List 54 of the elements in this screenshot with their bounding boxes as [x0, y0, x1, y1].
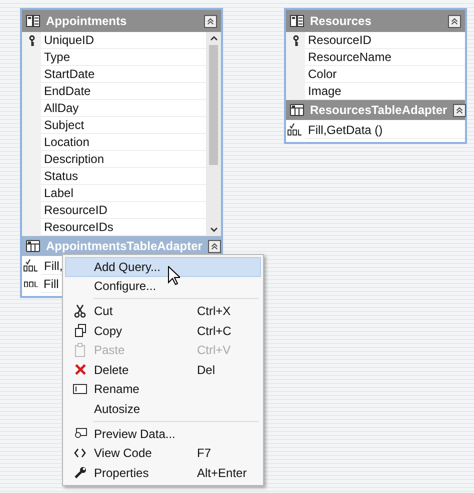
menu-item[interactable]: Copy Ctrl+C: [65, 320, 261, 340]
collapse-icon: [206, 16, 215, 26]
adapter-icon: [290, 104, 304, 116]
table-card[interactable]: Resources ResourceID ResourceName Color Image ResourcesTableAdapter Fill,GetData (): [284, 8, 467, 144]
scissors-icon: [74, 304, 86, 318]
adapter-icon: [26, 240, 40, 252]
field-name[interactable]: ResourceID: [41, 202, 206, 219]
menu-item[interactable]: View Code F7: [65, 443, 261, 463]
field-name[interactable]: UniqueID: [41, 32, 206, 49]
collapse-icon: [210, 242, 220, 250]
field-name[interactable]: Color: [305, 66, 465, 83]
field-name[interactable]: Status: [41, 168, 206, 185]
adapter-title: ResourcesTableAdapter: [310, 103, 448, 117]
scroll-thumb[interactable]: [209, 45, 218, 165]
collapse-button[interactable]: [208, 240, 222, 252]
field-name[interactable]: ResourceName: [305, 49, 465, 66]
collapse-button[interactable]: [204, 14, 217, 28]
field-name[interactable]: EndDate: [41, 83, 206, 100]
menu-item[interactable]: Cut Ctrl+X: [65, 301, 261, 321]
collapse-icon: [455, 106, 464, 114]
copy-icon: [74, 324, 86, 338]
menu-item[interactable]: Rename: [65, 380, 261, 400]
table-icon: [26, 15, 40, 27]
field-name[interactable]: ResourceID: [305, 32, 465, 49]
scroll-down-icon[interactable]: [210, 227, 218, 232]
field-name[interactable]: Location: [41, 134, 206, 151]
scroll-up-icon[interactable]: [210, 36, 218, 41]
wrench-icon: [74, 466, 86, 480]
field-name[interactable]: Description: [41, 151, 206, 168]
cursor-icon: [168, 266, 180, 285]
collapse-button[interactable]: [453, 104, 466, 116]
field-name[interactable]: Label: [41, 185, 206, 202]
table-title: Resources: [310, 14, 372, 28]
table-title: Appointments: [46, 14, 128, 28]
menu-item[interactable]: Delete Del: [65, 360, 261, 380]
adapter-title: AppointmentsTableAdapter: [46, 239, 202, 253]
field-name[interactable]: Type: [41, 49, 206, 66]
menu-item[interactable]: Autosize: [65, 399, 261, 419]
field-name[interactable]: AllDay: [41, 100, 206, 117]
collapse-icon: [450, 16, 459, 26]
clipboard-icon: [74, 343, 86, 358]
menu-item[interactable]: Add Query...: [65, 257, 261, 277]
query-name[interactable]: Fill,GetData (): [305, 122, 465, 138]
scrollbar[interactable]: [206, 32, 221, 236]
rename-icon: [73, 384, 87, 394]
delete-icon: [74, 363, 86, 376]
field-name[interactable]: StartDate: [41, 66, 206, 83]
code-icon: [74, 448, 86, 458]
menu-item[interactable]: Preview Data...: [65, 424, 261, 444]
menu-item[interactable]: Properties Alt+Enter: [65, 462, 261, 483]
field-name[interactable]: Subject: [41, 117, 206, 134]
preview-icon: [74, 428, 86, 440]
collapse-button[interactable]: [448, 14, 461, 28]
table-icon: [290, 15, 304, 27]
